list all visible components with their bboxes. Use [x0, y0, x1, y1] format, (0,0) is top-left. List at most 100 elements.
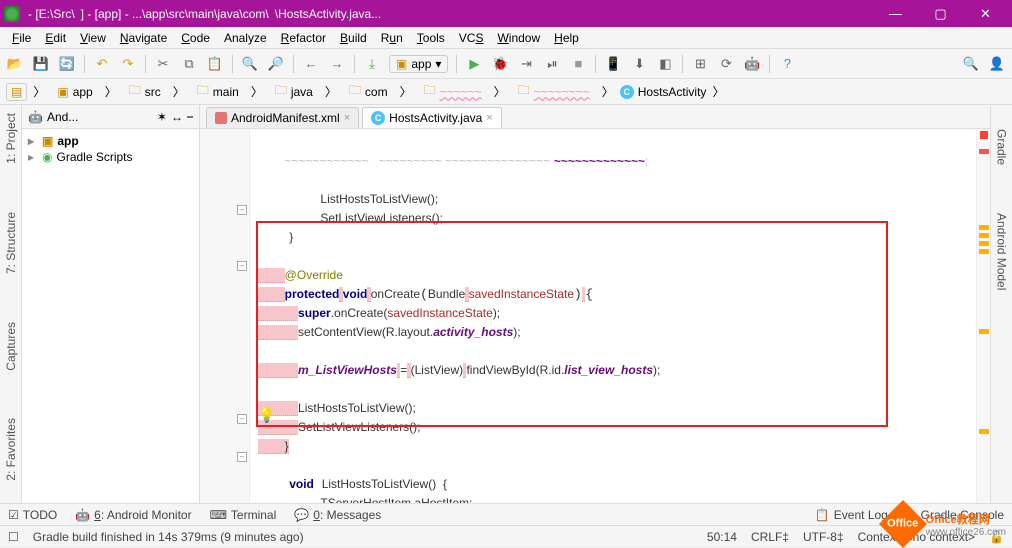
watermark: Office Office教程网 www.office26.com: [886, 507, 1006, 541]
tree-app[interactable]: ▸▣app: [26, 133, 195, 149]
save-all-icon[interactable]: 💾: [32, 55, 50, 73]
open-icon[interactable]: 📂: [6, 55, 24, 73]
tab-manifest[interactable]: AndroidManifest.xml ×: [206, 107, 359, 128]
sdk-icon[interactable]: ⬇: [630, 55, 648, 73]
tool-android-monitor[interactable]: 🤖6: Android Monitor: [75, 508, 191, 522]
paste-icon[interactable]: 📋: [206, 55, 224, 73]
user-icon[interactable]: 👤: [988, 55, 1006, 73]
project-view-label[interactable]: And...: [47, 110, 78, 124]
menu-file[interactable]: File: [6, 29, 37, 47]
lightbulb-icon[interactable]: 💡: [258, 407, 275, 424]
menu-code[interactable]: Code: [175, 29, 216, 47]
sync-icon[interactable]: 🔄: [58, 55, 76, 73]
menu-build[interactable]: Build: [334, 29, 373, 47]
avd-icon[interactable]: 📱: [604, 55, 622, 73]
stop-icon[interactable]: ■: [569, 55, 587, 73]
rail-project[interactable]: 1: Project: [4, 109, 18, 168]
tab-hosts[interactable]: C HostsActivity.java ×: [362, 107, 502, 128]
error-indicator[interactable]: [980, 131, 988, 139]
scroll-markers[interactable]: [976, 129, 990, 503]
menu-tools[interactable]: Tools: [411, 29, 451, 47]
tree-gradle[interactable]: ▸◉Gradle Scripts: [26, 149, 195, 165]
menu-view[interactable]: View: [74, 29, 112, 47]
fold-marker[interactable]: –: [237, 452, 247, 462]
status-line-ending[interactable]: CRLF‡: [751, 530, 789, 544]
status-message: Gradle build finished in 14s 379ms (9 mi…: [33, 530, 304, 544]
rail-structure[interactable]: 7: Structure: [4, 208, 18, 278]
layout-icon[interactable]: ◧: [656, 55, 674, 73]
crumb-class[interactable]: CHostsActivity: [620, 85, 707, 99]
watermark-text1: Office教程网: [926, 511, 1006, 527]
window-title: - [E:\Src\ ] - [app] - ...\app\src\main\…: [28, 7, 873, 21]
fold-marker[interactable]: –: [237, 414, 247, 424]
menu-window[interactable]: Window: [491, 29, 546, 47]
crumb-pkg1[interactable]: 🗀~~~~~~: [418, 80, 488, 103]
undo-icon[interactable]: ↶: [93, 55, 111, 73]
crumb-src[interactable]: 🗀src: [123, 80, 167, 103]
sync2-icon[interactable]: ⟳: [717, 55, 735, 73]
code-content[interactable]: ~~~~~~~~~~~~ ~~~~~~~~~ ~~~~~~~~~~~~~~~ ~…: [250, 129, 976, 503]
menu-vcs[interactable]: VCS: [453, 29, 490, 47]
search-icon[interactable]: 🔍: [962, 55, 980, 73]
make-icon[interactable]: ⤓: [363, 55, 381, 73]
maximize-button[interactable]: ▢: [918, 0, 963, 27]
cut-icon[interactable]: ✂: [154, 55, 172, 73]
android-icon[interactable]: 🤖: [743, 55, 761, 73]
fold-marker[interactable]: –: [237, 261, 247, 271]
tool-messages[interactable]: 💬0: Messages: [294, 508, 381, 522]
menu-navigate[interactable]: Navigate: [114, 29, 173, 47]
tool-event-log[interactable]: 📋Event Log: [815, 508, 888, 522]
nav-breadcrumb-bar: ▤ 〉 ▣app〉 🗀src〉 🗀main〉 🗀java〉 🗀com〉 🗀~~~…: [0, 79, 1012, 105]
status-position[interactable]: 50:14: [707, 530, 737, 544]
close-button[interactable]: ✕: [963, 0, 1008, 27]
forward-icon[interactable]: →: [328, 55, 346, 73]
menu-edit[interactable]: Edit: [39, 29, 72, 47]
help-icon[interactable]: ?: [778, 55, 796, 73]
menu-refactor[interactable]: Refactor: [275, 29, 332, 47]
editor-gutter[interactable]: – – – –: [200, 129, 250, 503]
profile-icon[interactable]: ⏯: [543, 55, 561, 73]
rail-captures[interactable]: Captures: [4, 318, 18, 375]
nav-home[interactable]: ▤: [6, 83, 27, 101]
redo-icon[interactable]: ↷: [119, 55, 137, 73]
rail-favorites[interactable]: 2: Favorites: [4, 414, 18, 485]
hide-icon[interactable]: ⎯: [187, 109, 193, 124]
fold-marker[interactable]: –: [237, 205, 247, 215]
xml-icon: [215, 112, 227, 124]
rail-gradle[interactable]: Gradle: [995, 125, 1009, 169]
status-encoding[interactable]: UTF-8‡: [803, 530, 844, 544]
rail-android-model[interactable]: Android Model: [995, 209, 1009, 294]
crumb-com[interactable]: 🗀com: [343, 80, 394, 103]
close-icon[interactable]: ×: [486, 112, 492, 124]
run-icon[interactable]: ▶: [465, 55, 483, 73]
close-icon[interactable]: ×: [344, 112, 350, 124]
find-icon[interactable]: 🔍: [241, 55, 259, 73]
attach-icon[interactable]: ⇥: [517, 55, 535, 73]
crumb-main[interactable]: 🗀main: [191, 80, 245, 103]
status-bar: ☐ Gradle build finished in 14s 379ms (9 …: [0, 525, 1012, 547]
copy-icon[interactable]: ⧉: [180, 55, 198, 73]
back-icon[interactable]: ←: [302, 55, 320, 73]
tool-todo[interactable]: ☑TODO: [8, 508, 57, 522]
android-robot-icon: 🤖: [28, 110, 43, 124]
replace-icon[interactable]: 🔎: [267, 55, 285, 73]
gear-icon[interactable]: ✶: [157, 110, 167, 124]
bottom-tool-row: ☑TODO 🤖6: Android Monitor ⌨Terminal 💬0: …: [0, 503, 1012, 525]
project-panel: 🤖 And... ✶ ↔ ⎯ ▸▣app ▸◉Gradle Scripts: [22, 105, 200, 503]
menu-help[interactable]: Help: [548, 29, 585, 47]
run-config-selector[interactable]: ▣ app ▾: [389, 55, 448, 73]
struct-icon[interactable]: ⊞: [691, 55, 709, 73]
collapse-icon[interactable]: ↔: [171, 110, 183, 124]
crumb-pkg2[interactable]: 🗀~~~~~~~~: [512, 80, 596, 103]
code-editor[interactable]: – – – – 💡 ~~~~~~~~~~~~ ~~~~~~~~~ ~~~~~~~…: [200, 129, 990, 503]
debug-icon[interactable]: 🐞: [491, 55, 509, 73]
tool-terminal[interactable]: ⌨Terminal: [210, 508, 277, 522]
crumb-java[interactable]: 🗀java: [269, 80, 319, 103]
minimize-button[interactable]: —: [873, 0, 918, 27]
class-icon: C: [371, 111, 385, 125]
menu-run[interactable]: Run: [375, 29, 409, 47]
menu-analyze[interactable]: Analyze: [218, 29, 273, 47]
run-config-label: app: [411, 57, 431, 71]
status-msg-icon: ☐: [8, 530, 19, 544]
crumb-app[interactable]: ▣app: [51, 84, 98, 100]
